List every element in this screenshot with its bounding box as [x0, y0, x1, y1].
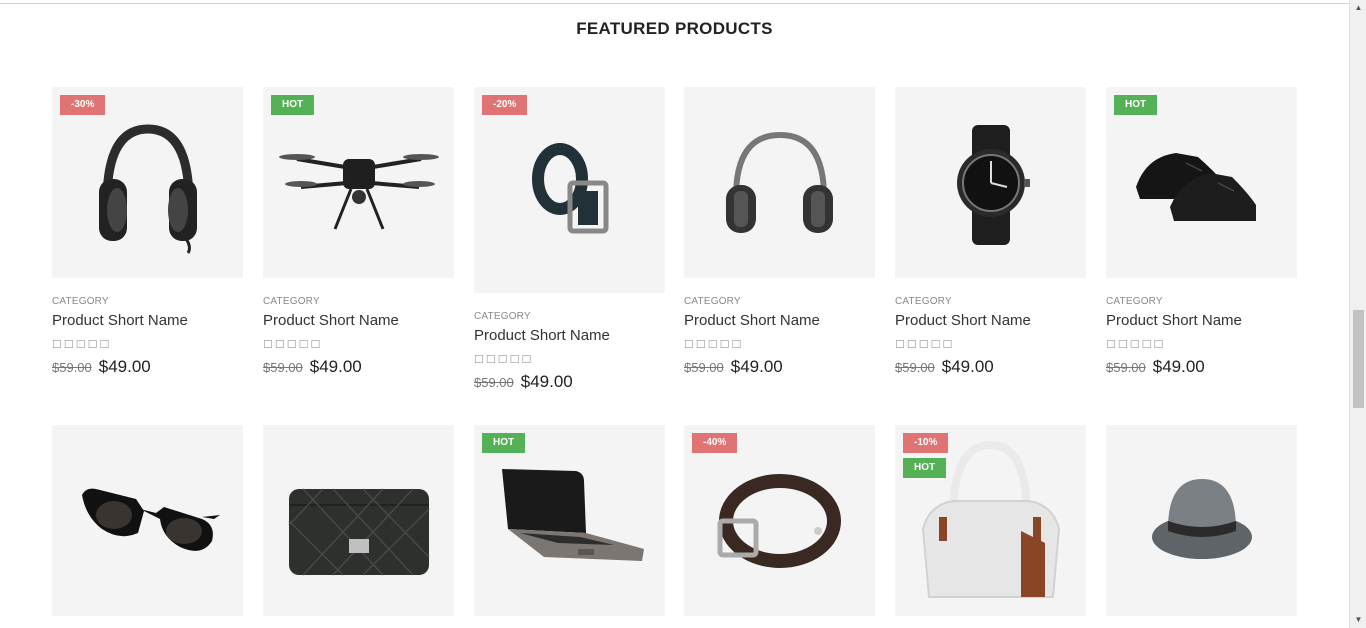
rating-stars: ☐☐☐☐☐ — [474, 354, 534, 366]
product-card[interactable]: -40% — [684, 425, 875, 616]
product-name[interactable]: Product Short Name — [263, 312, 454, 329]
laptop-icon — [502, 469, 644, 561]
top-divider — [0, 3, 1349, 4]
white-handbag-icon — [921, 440, 1061, 598]
product-image[interactable]: HOT — [263, 87, 454, 278]
product-card[interactable] — [263, 425, 454, 616]
product-card[interactable]: HOT CATEGORY Product Short Name ☐☐☐☐☐ $5… — [1106, 87, 1297, 377]
discount-badge: -10% — [903, 433, 949, 453]
product-name[interactable]: Product Short Name — [52, 312, 243, 329]
product-category[interactable]: CATEGORY — [684, 296, 875, 307]
rating-stars: ☐☐☐☐☐ — [684, 339, 744, 351]
old-price: $59.00 — [263, 360, 303, 375]
scrollbar-thumb[interactable] — [1353, 310, 1364, 408]
section-title: FEATURED PRODUCTS — [576, 19, 773, 38]
product-image[interactable]: -40% — [684, 425, 875, 616]
earmuffs-icon — [726, 131, 833, 233]
shoes-icon — [1136, 153, 1256, 221]
product-name[interactable]: Product Short Name — [895, 312, 1086, 329]
old-price: $59.00 — [684, 360, 724, 375]
product-image[interactable] — [895, 87, 1086, 278]
scroll-down-arrow-icon[interactable]: ▼ — [1350, 612, 1366, 628]
product-category[interactable]: CATEGORY — [895, 296, 1086, 307]
product-image[interactable]: HOT — [474, 425, 665, 616]
product-image[interactable]: HOT — [1106, 87, 1297, 278]
old-price: $59.00 — [1106, 360, 1146, 375]
sunglasses-icon — [82, 488, 220, 551]
rating-stars: ☐☐☐☐☐ — [263, 339, 323, 351]
hot-badge: HOT — [271, 95, 315, 115]
product-category[interactable]: CATEGORY — [474, 311, 665, 322]
hot-badge: HOT — [1114, 95, 1158, 115]
leather-belt-icon — [717, 474, 841, 568]
discount-badge: -20% — [482, 95, 528, 115]
product-name[interactable]: Product Short Name — [1106, 312, 1297, 329]
fedora-hat-icon — [1152, 479, 1252, 559]
product-card[interactable] — [52, 425, 243, 616]
scroll-up-arrow-icon[interactable]: ▲ — [1350, 0, 1366, 16]
product-image[interactable]: -30% — [52, 87, 243, 278]
discount-badge: -30% — [60, 95, 106, 115]
discount-badge: -40% — [692, 433, 738, 453]
price: $49.00 — [941, 357, 994, 376]
product-card[interactable]: CATEGORY Product Short Name ☐☐☐☐☐ $59.00… — [684, 87, 875, 377]
vertical-scrollbar[interactable]: ▲ ▼ — [1349, 0, 1366, 628]
price: $49.00 — [98, 357, 151, 376]
product-card[interactable]: CATEGORY Product Short Name ☐☐☐☐☐ $59.00… — [895, 87, 1086, 377]
product-card[interactable]: -20% CATEGORY Product Short Name ☐☐☐☐☐ $… — [474, 87, 665, 392]
product-image[interactable] — [52, 425, 243, 616]
belt-icon — [532, 143, 609, 234]
headphones-icon — [99, 124, 197, 254]
product-card[interactable]: HOT CATEGORY Product Short Name ☐☐☐☐☐ $5… — [263, 87, 454, 377]
product-category[interactable]: CATEGORY — [1106, 296, 1297, 307]
old-price: $59.00 — [52, 360, 92, 375]
product-card[interactable]: -10% HOT — [895, 425, 1086, 616]
product-image[interactable] — [684, 87, 875, 278]
drone-icon — [279, 154, 439, 230]
product-image[interactable]: -10% HOT — [895, 425, 1086, 616]
old-price: $59.00 — [474, 375, 514, 390]
product-card[interactable]: HOT — [474, 425, 665, 616]
price: $49.00 — [309, 357, 362, 376]
product-image[interactable]: -20% — [474, 87, 665, 293]
product-name[interactable]: Product Short Name — [474, 327, 665, 344]
price: $49.00 — [520, 372, 573, 391]
wristwatch-icon — [957, 125, 1030, 245]
rating-stars: ☐☐☐☐☐ — [52, 339, 112, 351]
page: FEATURED PRODUCTS -30% CATEGORY Product … — [0, 0, 1366, 628]
rating-stars: ☐☐☐☐☐ — [895, 339, 955, 351]
product-category[interactable]: CATEGORY — [52, 296, 243, 307]
product-name[interactable]: Product Short Name — [684, 312, 875, 329]
product-image[interactable] — [1106, 425, 1297, 616]
rating-stars: ☐☐☐☐☐ — [1106, 339, 1166, 351]
price: $49.00 — [730, 357, 783, 376]
quilted-handbag-icon — [288, 488, 430, 576]
hot-badge: HOT — [903, 458, 947, 478]
hot-badge: HOT — [482, 433, 526, 453]
product-category[interactable]: CATEGORY — [263, 296, 454, 307]
product-card[interactable]: -30% CATEGORY Product Short Name ☐☐☐☐☐ $… — [52, 87, 243, 377]
old-price: $59.00 — [895, 360, 935, 375]
product-image[interactable] — [263, 425, 454, 616]
price: $49.00 — [1152, 357, 1205, 376]
product-card[interactable] — [1106, 425, 1297, 616]
